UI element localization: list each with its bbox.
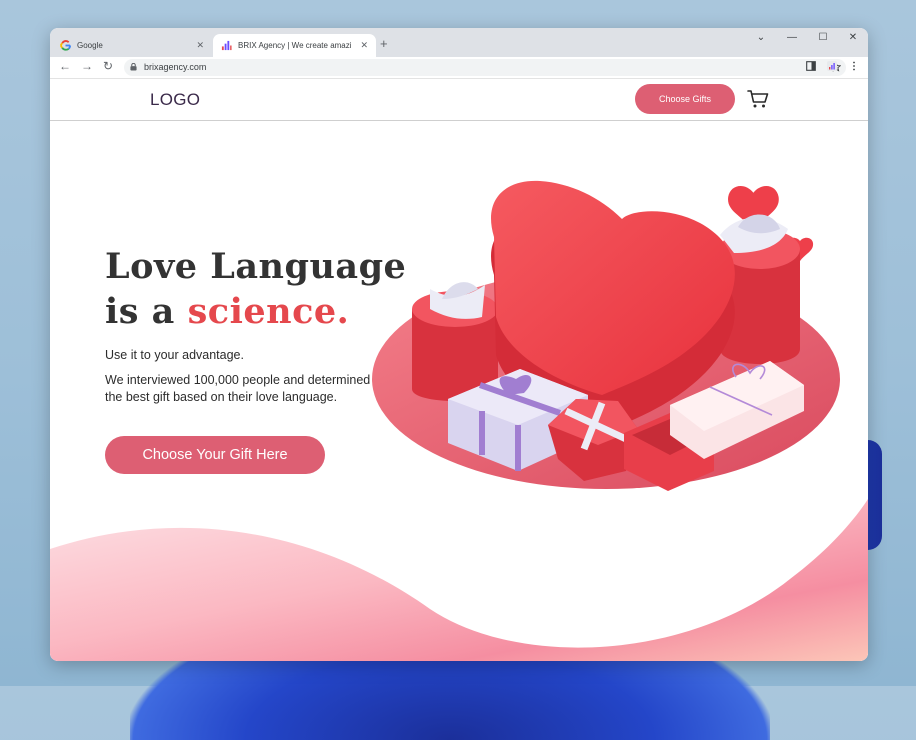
side-panel-icon[interactable] — [806, 61, 816, 71]
profile-avatar-icon[interactable] — [827, 61, 837, 71]
address-bar[interactable]: brixagency.com — [124, 59, 846, 76]
reload-button[interactable]: ↻ — [103, 59, 113, 73]
browser-menu-icon[interactable] — [849, 61, 859, 71]
hero-headline: Love Language is a science. — [105, 244, 406, 334]
headline-accent-word: science — [187, 291, 337, 332]
choose-your-gift-button[interactable]: Choose Your Gift Here — [105, 436, 325, 474]
lock-icon — [130, 63, 137, 71]
tab-search-icon[interactable]: ⌄ — [751, 32, 771, 43]
tab-close-icon[interactable]: ✕ — [360, 40, 368, 51]
gift-boxes-illustration — [372, 180, 840, 491]
tab-google[interactable]: Google ✕ — [52, 34, 212, 57]
hero-subtitle: Use it to your advantage. — [105, 348, 244, 362]
headline-line-1: Love Language — [105, 246, 407, 287]
headline-prefix: is a — [105, 291, 188, 332]
site-logo[interactable]: LOGO — [150, 90, 200, 110]
brix-bars-icon — [221, 40, 232, 51]
choose-gifts-button[interactable]: Choose Gifts — [635, 84, 735, 114]
new-tab-button[interactable]: + — [380, 36, 388, 51]
google-g-icon — [60, 40, 71, 51]
back-button[interactable]: ← — [59, 59, 71, 73]
browser-toolbar: ← → ↻ brixagency.com — [50, 57, 868, 79]
forward-button[interactable]: → — [81, 59, 93, 73]
tab-title: Google — [77, 41, 103, 50]
maximize-button[interactable]: ☐ — [813, 32, 833, 43]
browser-window: Google ✕ BRIX Agency | We create amazi ✕… — [50, 28, 868, 661]
tab-strip: Google ✕ BRIX Agency | We create amazi ✕… — [50, 28, 868, 57]
tab-brix[interactable]: BRIX Agency | We create amazi ✕ — [213, 34, 376, 57]
hero-body: We interviewed 100,000 people and determ… — [105, 373, 371, 404]
url-text: brixagency.com — [144, 62, 207, 72]
headline-period: . — [336, 291, 350, 332]
site-header: LOGO Choose Gifts — [50, 79, 868, 121]
headline-line-2: is a science. — [105, 289, 406, 334]
tab-close-icon[interactable]: ✕ — [196, 40, 204, 51]
cart-icon[interactable] — [747, 89, 769, 109]
minimize-button[interactable]: — — [782, 32, 802, 43]
web-page: LOGO Choose Gifts Love Language is a sci… — [50, 79, 868, 661]
tab-title: BRIX Agency | We create amazi — [238, 41, 352, 50]
close-window-button[interactable]: ✕ — [843, 32, 863, 43]
